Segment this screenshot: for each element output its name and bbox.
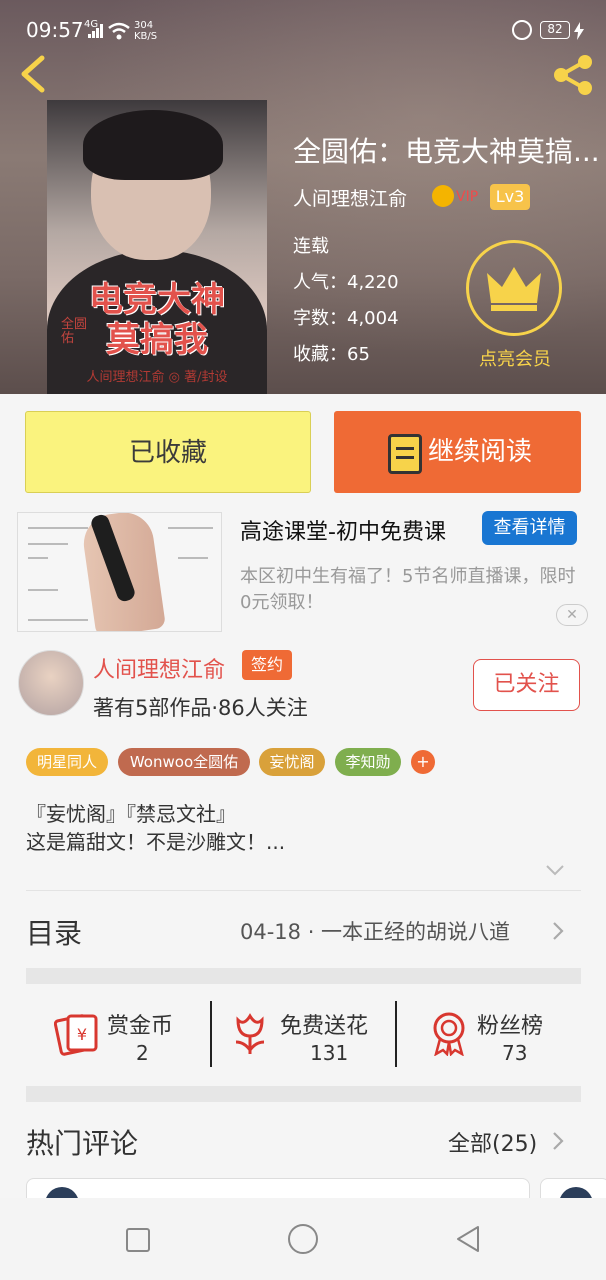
stat-label-fans[interactable]: 粉丝榜 xyxy=(477,1008,543,1040)
stat-label-flowers[interactable]: 免费送花 xyxy=(280,1008,368,1040)
ad-close-button[interactable]: ✕ xyxy=(556,604,588,626)
intro-line: 『妄忧阁』『禁忌文社』 xyxy=(26,802,236,826)
charging-icon xyxy=(574,22,584,40)
toc-latest-chapter[interactable]: 04-18 · 一本正经的胡说八道 xyxy=(240,916,510,946)
battery-indicator: 82 xyxy=(540,21,570,39)
ad-image-text-line xyxy=(168,527,213,529)
ad-image-text-line xyxy=(28,527,88,529)
tag-more-button[interactable]: + xyxy=(411,750,435,774)
tag-chip[interactable]: Wonwoo全圆佑 xyxy=(118,748,250,776)
divider xyxy=(26,890,581,891)
chevron-right-icon[interactable] xyxy=(551,1131,565,1151)
stat-label-coins[interactable]: 赏金币 xyxy=(107,1008,173,1040)
book-icon-line xyxy=(396,447,414,450)
collect-label: 收藏： xyxy=(293,344,347,365)
net-speed-value: 304 xyxy=(134,20,154,31)
cover-title-line2: 莫搞我 xyxy=(106,320,208,360)
book-intro[interactable]: 『妄忧阁』『禁忌文社』 这是篇甜文！不是沙雕文！... xyxy=(26,800,576,856)
rotation-lock-icon xyxy=(512,20,532,40)
book-collect: 收藏：65 xyxy=(293,340,370,366)
author-avatar[interactable] xyxy=(18,650,84,716)
stat-value-flowers: 131 xyxy=(310,1041,349,1065)
crown-icon xyxy=(487,267,541,311)
ad-image-text-line xyxy=(28,589,58,591)
level-badge: Lv3 xyxy=(490,184,530,210)
money-envelope-icon[interactable]: ¥ xyxy=(54,1010,100,1056)
intro-line: 这是篇甜文！不是沙雕文！... xyxy=(26,830,286,854)
ad-description: 本区初中生有福了！5节名师直播课，限时0元领取！ xyxy=(240,566,576,613)
book-header: 09:57 4G 304 KB/S 82 电竞大神 莫搞我 全圆佑 人间理想江俞… xyxy=(0,0,606,394)
ad-image-text-line xyxy=(28,543,68,545)
signed-badge: 签约 xyxy=(242,650,292,680)
author-name[interactable]: 人间理想江俞 xyxy=(93,652,225,684)
status-time: 09:57 xyxy=(26,18,84,42)
net-speed-unit: KB/S xyxy=(134,31,158,42)
hot-comments-label: 热门评论 xyxy=(26,1127,139,1160)
stat-value-coins: 2 xyxy=(136,1041,149,1065)
book-popularity: 人气：4,220 xyxy=(293,268,399,294)
all-comments-link[interactable]: 全部(25) xyxy=(448,1126,537,1158)
member-label[interactable]: 点亮会员 xyxy=(468,345,562,371)
stat-value-fans: 73 xyxy=(502,1041,528,1065)
tag-chip[interactable]: 李知勋 xyxy=(335,748,401,776)
book-cover[interactable]: 电竞大神 莫搞我 全圆佑 人间理想江俞 ◎ 著/封设 xyxy=(47,100,267,394)
follow-button[interactable]: 已关注 xyxy=(473,659,580,711)
back-icon[interactable] xyxy=(16,54,52,94)
nav-back-icon[interactable] xyxy=(454,1224,484,1254)
section-separator xyxy=(26,1086,581,1102)
recents-button[interactable] xyxy=(126,1228,150,1252)
ad-image-text-line xyxy=(28,619,88,621)
status-bar: 09:57 4G 304 KB/S 82 xyxy=(0,12,606,48)
book-status: 连载 xyxy=(293,236,329,257)
medal-icon[interactable] xyxy=(428,1010,470,1056)
popularity-value: 4,220 xyxy=(347,272,399,293)
vip-badge: VIP xyxy=(456,189,479,205)
ad-image-text-line xyxy=(28,557,48,559)
signal-icon xyxy=(88,24,103,38)
home-button[interactable] xyxy=(288,1224,318,1254)
book-author[interactable]: 人间理想江俞 xyxy=(293,184,407,211)
ad-title[interactable]: 高途课堂-初中免费课 xyxy=(240,514,446,546)
wifi-icon xyxy=(108,22,130,40)
stat-divider xyxy=(395,1001,397,1067)
flower-icon[interactable] xyxy=(232,1012,268,1056)
words-label: 字数： xyxy=(293,308,347,329)
book-icon-line xyxy=(396,456,414,459)
ad-details-button[interactable]: 查看详情 xyxy=(482,511,577,545)
share-icon[interactable] xyxy=(550,54,596,96)
ad-image-text-line xyxy=(178,557,208,559)
svg-text:¥: ¥ xyxy=(77,1025,87,1044)
book-words: 字数：4,004 xyxy=(293,304,399,330)
collect-value: 65 xyxy=(347,344,370,365)
book-title: 全圆佑：电竞大神莫搞... xyxy=(293,135,600,168)
book-icon xyxy=(388,434,422,474)
cover-credit: 人间理想江俞 ◎ 著/封设 xyxy=(86,370,228,385)
section-separator xyxy=(26,968,581,984)
author-meta: 著有5部作品·86人关注 xyxy=(93,696,308,720)
popularity-label: 人气： xyxy=(293,272,347,293)
stat-divider xyxy=(210,1001,212,1067)
cover-side-text: 全圆佑 xyxy=(61,317,88,346)
net-speed: 304 KB/S xyxy=(134,20,157,42)
member-button[interactable] xyxy=(466,240,562,336)
tag-chip[interactable]: 明星同人 xyxy=(26,748,108,776)
cover-figure-hair xyxy=(83,110,223,180)
favorited-button[interactable]: 已收藏 xyxy=(25,411,311,493)
chevron-right-icon[interactable] xyxy=(551,921,565,941)
cover-title-line1: 电竞大神 xyxy=(89,280,225,320)
words-value: 4,004 xyxy=(347,308,399,329)
continue-reading-button[interactable]: 继续阅读 xyxy=(334,411,581,493)
chevron-down-icon[interactable] xyxy=(545,860,565,880)
ad-image[interactable] xyxy=(17,512,222,632)
tag-chip[interactable]: 妄忧阁 xyxy=(259,748,325,776)
toc-label[interactable]: 目录 xyxy=(26,912,82,952)
